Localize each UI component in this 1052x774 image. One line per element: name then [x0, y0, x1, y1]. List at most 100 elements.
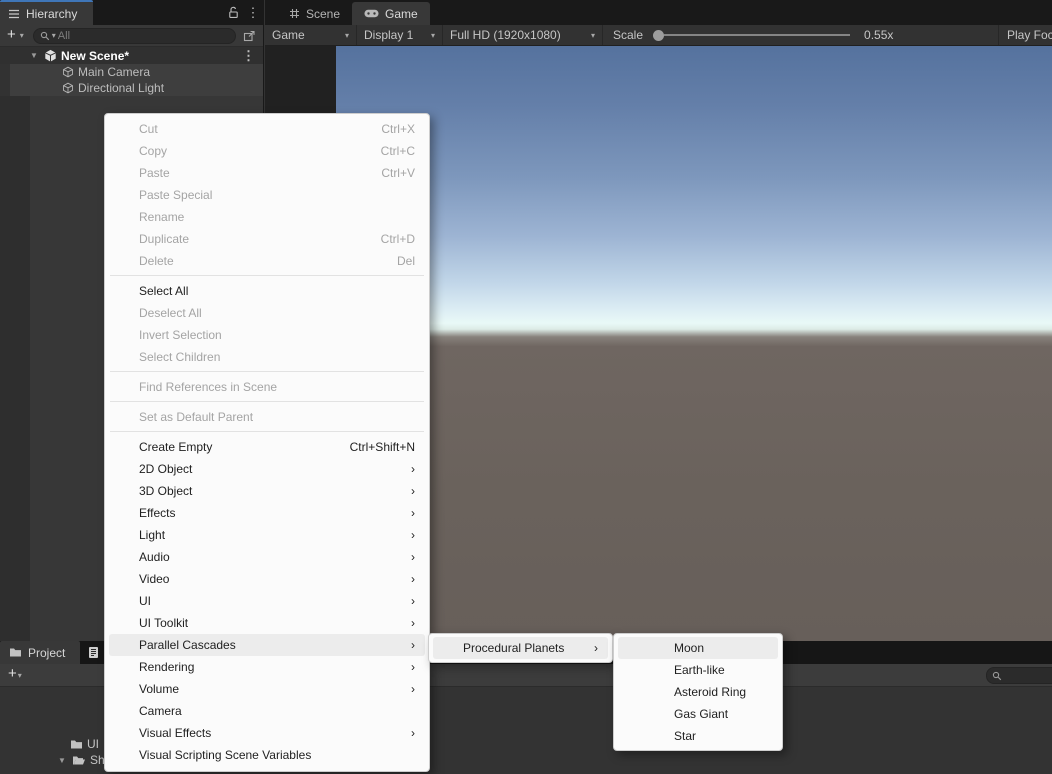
tab-game[interactable]: Game: [352, 2, 430, 25]
menu-item-label: Select Children: [139, 350, 415, 364]
gamepad-icon: [364, 9, 379, 18]
menu-item[interactable]: Select All: [109, 280, 425, 302]
menu-item[interactable]: Star: [618, 725, 778, 747]
tree-row-scene[interactable]: ▼ New Scene* ⋮: [0, 47, 263, 64]
menu-item-label: Light: [139, 528, 411, 542]
hierarchy-search-field[interactable]: ▾: [33, 28, 236, 44]
menu-item[interactable]: Paste Special: [109, 184, 425, 206]
render-mode-dropdown[interactable]: Game ▾: [265, 25, 357, 45]
menu-item[interactable]: Select Children: [109, 346, 425, 368]
open-search-window-icon[interactable]: [239, 30, 259, 42]
play-focused-dropdown[interactable]: Play Foc: [998, 25, 1052, 45]
project-search-input[interactable]: [1005, 670, 1050, 682]
menu-item-shortcut-or-arrow: ›: [411, 528, 415, 542]
menu-item[interactable]: Gas Giant: [618, 703, 778, 725]
foldout-icon[interactable]: ▼: [58, 756, 68, 765]
tab-project[interactable]: Project: [0, 641, 80, 664]
menu-item[interactable]: UI ›: [109, 590, 425, 612]
menu-item[interactable]: Duplicate Ctrl+D: [109, 228, 425, 250]
menu-item-shortcut-or-arrow: ›: [411, 550, 415, 564]
add-object-button[interactable]: +: [4, 28, 17, 44]
menu-item[interactable]: Find References in Scene: [109, 376, 425, 398]
tab-hierarchy[interactable]: Hierarchy: [0, 0, 93, 25]
menu-item[interactable]: Audio ›: [109, 546, 425, 568]
display-value: Display 1: [364, 28, 413, 42]
menu-item[interactable]: Rename: [109, 206, 425, 228]
menu-item[interactable]: Asteroid Ring: [618, 681, 778, 703]
menu-item-label: Invert Selection: [139, 328, 415, 342]
chevron-down-icon: ▾: [591, 31, 595, 40]
tab-console[interactable]: [80, 641, 106, 664]
tree-row-label: Main Camera: [78, 65, 150, 79]
menu-item[interactable]: Moon: [618, 637, 778, 659]
tree-row-directional-light[interactable]: Directional Light: [0, 80, 263, 96]
hierarchy-tabbar: Hierarchy ⋮: [0, 0, 263, 25]
menu-item-label: Effects: [139, 506, 411, 520]
menu-item[interactable]: Delete Del: [109, 250, 425, 272]
project-folder-ui[interactable]: UI: [70, 737, 99, 751]
menu-item-shortcut-or-arrow: Ctrl+Shift+N: [350, 440, 415, 454]
hierarchy-menu-kebab-icon[interactable]: ⋮: [243, 0, 263, 25]
resolution-dropdown[interactable]: Full HD (1920x1080) ▾: [443, 25, 603, 45]
scale-slider-track[interactable]: [664, 34, 850, 36]
folder-open-icon: [72, 755, 86, 766]
menu-item[interactable]: Effects ›: [109, 502, 425, 524]
menu-item[interactable]: 2D Object ›: [109, 458, 425, 480]
menu-item-shortcut-or-arrow: Ctrl+D: [381, 232, 415, 246]
menu-item-label: Asteroid Ring: [674, 685, 768, 699]
menu-item[interactable]: Visual Effects ›: [109, 722, 425, 744]
menu-item[interactable]: Rendering ›: [109, 656, 425, 678]
menu-item[interactable]: Visual Scripting Scene Variables: [109, 744, 425, 766]
scale-slider-knob[interactable]: [653, 30, 664, 41]
search-icon: [40, 31, 50, 41]
menu-item[interactable]: Video ›: [109, 568, 425, 590]
menu-item-label: Volume: [139, 682, 411, 696]
project-add-button[interactable]: +: [5, 667, 18, 683]
menu-item[interactable]: Volume ›: [109, 678, 425, 700]
tree-row-label: New Scene*: [61, 49, 129, 63]
unlock-icon[interactable]: [223, 0, 243, 25]
hierarchy-context-menu: Cut Ctrl+X Copy Ctrl+C Paste Ctrl+V Past…: [104, 113, 430, 772]
menu-item[interactable]: 3D Object ›: [109, 480, 425, 502]
menu-item-label: 2D Object: [139, 462, 411, 476]
scale-value: 0.55x: [864, 28, 893, 42]
unity-scene-icon: [44, 49, 57, 62]
menu-item[interactable]: Deselect All: [109, 302, 425, 324]
menu-item[interactable]: Set as Default Parent: [109, 406, 425, 428]
menu-item[interactable]: Paste Ctrl+V: [109, 162, 425, 184]
menu-item[interactable]: Light ›: [109, 524, 425, 546]
menu-item[interactable]: Create Empty Ctrl+Shift+N: [109, 436, 425, 458]
hierarchy-search-input[interactable]: [58, 30, 229, 42]
menu-item-shortcut-or-arrow: ›: [411, 638, 415, 652]
menu-item-shortcut-or-arrow: ›: [411, 616, 415, 630]
search-filter-caret-icon[interactable]: ▾: [52, 31, 56, 40]
menu-item[interactable]: Procedural Planets ›: [433, 637, 608, 659]
project-add-caret-icon[interactable]: ▾: [18, 671, 22, 680]
scene-options-kebab-icon[interactable]: ⋮: [242, 48, 255, 64]
unity-editor-window: Hierarchy ⋮ + ▾ ▾ ▼: [0, 0, 1052, 774]
menu-item-shortcut-or-arrow: Del: [397, 254, 415, 268]
menu-item[interactable]: Parallel Cascades ›: [109, 634, 425, 656]
menu-item-shortcut-or-arrow: ›: [411, 484, 415, 498]
tab-scene[interactable]: Scene: [277, 2, 352, 25]
project-search-field[interactable]: [986, 667, 1052, 684]
resolution-value: Full HD (1920x1080): [450, 28, 561, 42]
grid-icon: [289, 8, 300, 19]
scale-control: Scale 0.55x: [603, 25, 998, 45]
tree-row-main-camera[interactable]: Main Camera: [0, 64, 263, 80]
display-dropdown[interactable]: Display 1 ▾: [357, 25, 443, 45]
menu-item[interactable]: Earth-like: [618, 659, 778, 681]
game-view-toolbar: Game ▾ Display 1 ▾ Full HD (1920x1080) ▾…: [265, 25, 1052, 46]
menu-item-label: Create Empty: [139, 440, 350, 454]
menu-item[interactable]: Cut Ctrl+X: [109, 118, 425, 140]
menu-item-label: Set as Default Parent: [139, 410, 415, 424]
menu-item[interactable]: Camera: [109, 700, 425, 722]
menu-item[interactable]: UI Toolkit ›: [109, 612, 425, 634]
menu-item[interactable]: Invert Selection: [109, 324, 425, 346]
foldout-icon[interactable]: ▼: [30, 51, 42, 60]
menu-item-label: Star: [674, 729, 768, 743]
menu-item-label: Procedural Planets: [463, 641, 594, 655]
menu-item-shortcut-or-arrow: Ctrl+V: [381, 166, 415, 180]
menu-item[interactable]: Copy Ctrl+C: [109, 140, 425, 162]
add-object-caret-icon[interactable]: ▾: [20, 31, 24, 40]
